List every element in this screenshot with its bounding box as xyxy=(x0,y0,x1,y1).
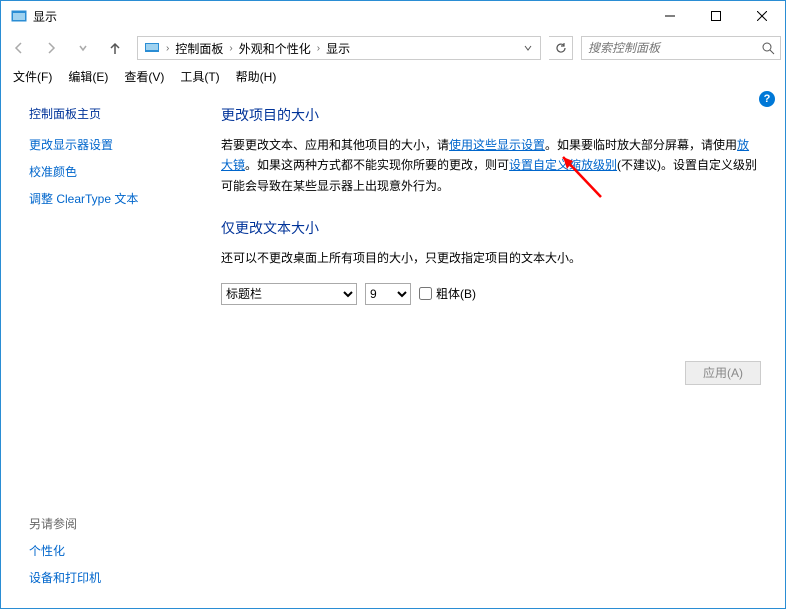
back-button[interactable] xyxy=(5,35,33,61)
heading-change-item-size: 更改项目的大小 xyxy=(221,105,761,125)
recent-dropdown[interactable] xyxy=(69,35,97,61)
menu-view[interactable]: 查看(V) xyxy=(118,66,170,87)
apply-button[interactable]: 应用(A) xyxy=(685,361,761,385)
text-size-controls: 标题栏 9 粗体(B) xyxy=(221,283,761,305)
breadcrumb-seg-3[interactable]: 显示 xyxy=(322,37,354,59)
maximize-button[interactable] xyxy=(693,1,739,31)
menu-help[interactable]: 帮助(H) xyxy=(230,66,283,87)
menu-edit[interactable]: 编辑(E) xyxy=(62,66,114,87)
bold-label: 粗体(B) xyxy=(436,285,476,302)
app-icon xyxy=(11,8,27,24)
search-box[interactable] xyxy=(581,36,781,60)
size-dropdown[interactable]: 9 xyxy=(365,283,411,305)
sidebar-link-calibrate-color[interactable]: 校准颜色 xyxy=(29,163,189,180)
search-icon[interactable] xyxy=(756,37,780,59)
minimize-button[interactable] xyxy=(647,1,693,31)
titlebar: 显示 xyxy=(1,1,785,31)
content-area: 控制面板主页 更改显示器设置 校准颜色 调整 ClearType 文本 另请参阅… xyxy=(1,87,785,608)
sidebar-link-personalization[interactable]: 个性化 xyxy=(29,542,189,559)
paragraph-2: 还可以不更改桌面上所有项目的大小，只更改指定项目的文本大小。 xyxy=(221,248,761,268)
see-also-heading: 另请参阅 xyxy=(29,515,189,532)
up-button[interactable] xyxy=(101,35,129,61)
item-dropdown[interactable]: 标题栏 xyxy=(221,283,357,305)
sidebar-link-devices-printers[interactable]: 设备和打印机 xyxy=(29,569,189,586)
heading-text-only: 仅更改文本大小 xyxy=(221,218,761,238)
chevron-right-icon[interactable]: › xyxy=(164,43,171,54)
window-title: 显示 xyxy=(33,8,647,25)
link-display-settings[interactable]: 使用这些显示设置 xyxy=(449,138,545,152)
menu-file[interactable]: 文件(F) xyxy=(7,66,58,87)
breadcrumb-seg-2[interactable]: 外观和个性化 xyxy=(235,37,315,59)
link-custom-scaling[interactable]: 设置自定义缩放级别 xyxy=(509,158,617,172)
refresh-button[interactable] xyxy=(549,36,573,60)
main-pane: ? 更改项目的大小 若要更改文本、应用和其他项目的大小，请使用这些显示设置。如果… xyxy=(201,87,785,608)
menubar: 文件(F) 编辑(E) 查看(V) 工具(T) 帮助(H) xyxy=(1,65,785,87)
close-button[interactable] xyxy=(739,1,785,31)
sidebar-link-display-settings[interactable]: 更改显示器设置 xyxy=(29,136,189,153)
breadcrumb-seg-1[interactable]: 控制面板 xyxy=(171,37,227,59)
monitor-icon xyxy=(144,42,160,54)
chevron-right-icon[interactable]: › xyxy=(227,43,234,54)
chevron-right-icon[interactable]: › xyxy=(315,43,322,54)
paragraph-1: 若要更改文本、应用和其他项目的大小，请使用这些显示设置。如果要临时放大部分屏幕，… xyxy=(221,135,761,196)
control-panel-home[interactable]: 控制面板主页 xyxy=(29,105,189,122)
navbar: › 控制面板 › 外观和个性化 › 显示 xyxy=(1,31,785,65)
breadcrumb[interactable]: › 控制面板 › 外观和个性化 › 显示 xyxy=(137,36,541,60)
bold-checkbox[interactable] xyxy=(419,287,432,300)
sidebar: 控制面板主页 更改显示器设置 校准颜色 调整 ClearType 文本 另请参阅… xyxy=(1,87,201,608)
sidebar-link-cleartype[interactable]: 调整 ClearType 文本 xyxy=(29,190,189,207)
help-icon[interactable]: ? xyxy=(759,91,775,107)
menu-tools[interactable]: 工具(T) xyxy=(174,66,225,87)
search-input[interactable] xyxy=(582,41,756,55)
forward-button[interactable] xyxy=(37,35,65,61)
bold-checkbox-wrap[interactable]: 粗体(B) xyxy=(419,285,476,302)
address-dropdown[interactable] xyxy=(518,37,538,59)
